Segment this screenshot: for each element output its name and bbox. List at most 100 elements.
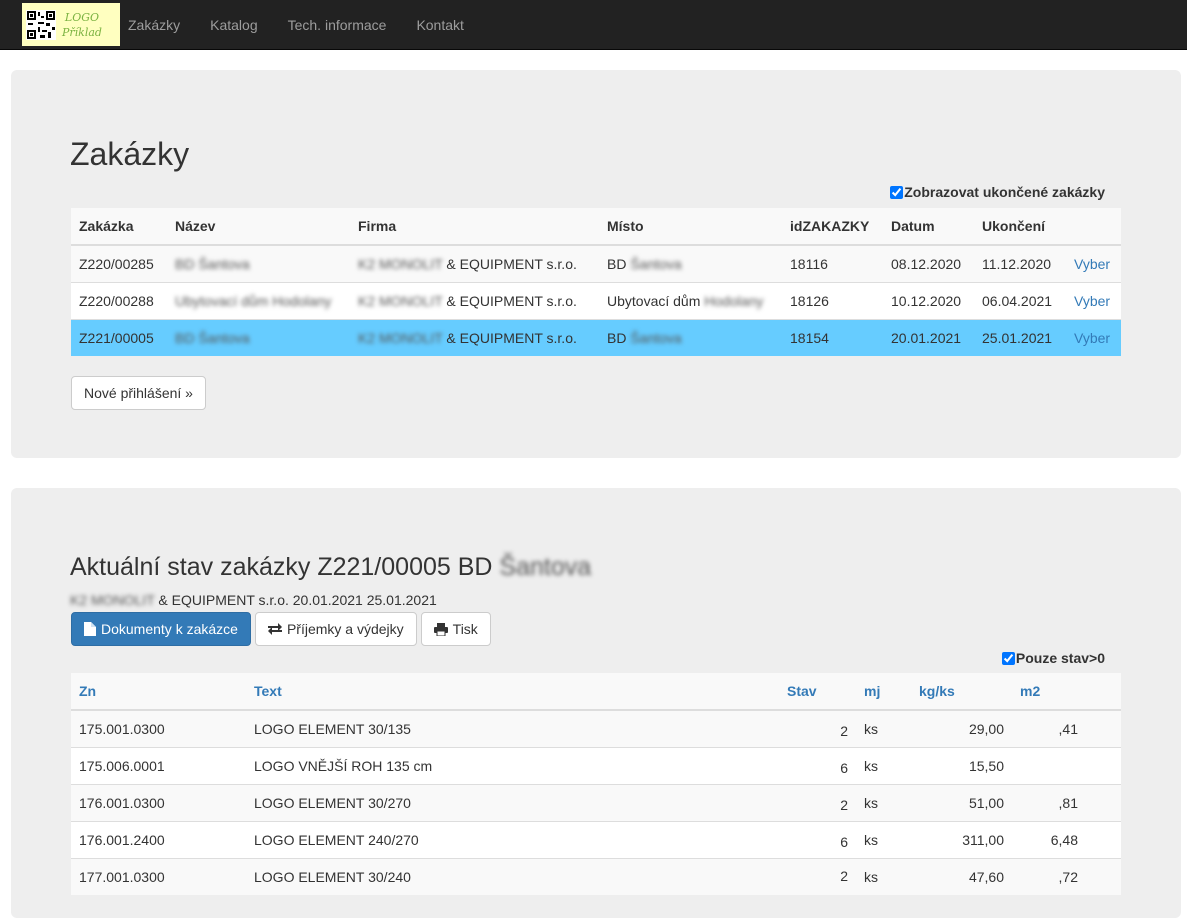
cell-misto-blurred: Šantova [630, 255, 682, 272]
order-row[interactable]: Z220/00288 Ubytovací dům Hodolany K2 MON… [71, 281, 1121, 319]
col-zn[interactable]: Zn [71, 673, 246, 711]
nav-item-tech-informace[interactable]: Tech. informace [273, 0, 402, 50]
col-stav[interactable]: Stav [779, 673, 856, 711]
cell-misto-text: BD [607, 329, 631, 346]
only-positive-toggle[interactable]: Pouze stav>0 [1001, 650, 1105, 666]
cell-kgks: 311,00 [911, 820, 1012, 858]
col-zakazka[interactable]: Zakázka [71, 208, 167, 246]
cell-datum: 08.12.2020 [883, 244, 974, 282]
order-row[interactable]: Z220/00285 BD Šantova K2 MONOLIT & EQUIP… [71, 244, 1121, 282]
file-icon [84, 622, 96, 636]
col-datum[interactable]: Datum [883, 208, 974, 246]
stock-row: 175.006.0001 LOGO VNĚJŠÍ ROH 135 cm 6 ks… [71, 746, 1121, 784]
order-row-selected[interactable]: Z221/00005 BD Šantova K2 MONOLIT & EQUIP… [71, 318, 1121, 356]
stock-table: Zn Text Stav mj kg/ks m2 175.001.0300 LO… [71, 673, 1121, 895]
cell-zakazka: Z220/00285 [71, 244, 167, 282]
cell-text: LOGO ELEMENT 30/270 [246, 783, 779, 821]
cell-misto-text: BD [607, 255, 631, 272]
cell-id: 18116 [782, 244, 883, 282]
nav-item-kontakt[interactable]: Kontakt [401, 0, 478, 50]
cell-misto: BD Šantova [599, 244, 782, 282]
stock-header-row: Zn Text Stav mj kg/ks m2 [71, 673, 1121, 711]
status-title-blurred: Šantova [499, 553, 592, 581]
cell-ukonceni: 06.04.2021 [974, 281, 1066, 319]
select-order-link[interactable]: Vyber [1074, 330, 1110, 346]
cell-text: LOGO ELEMENT 240/270 [246, 820, 779, 858]
show-finished-checkbox[interactable] [890, 185, 904, 199]
cell-datum: 20.01.2021 [883, 318, 974, 356]
status-subtitle-blurred: K2 MONOLIT [70, 592, 155, 608]
cell-zn: 175.001.0300 [71, 709, 246, 747]
print-button[interactable]: Tisk [420, 612, 491, 646]
only-positive-checkbox[interactable] [1001, 651, 1015, 665]
cell-stav: 2 [779, 783, 856, 821]
cell-text: LOGO ELEMENT 30/135 [246, 709, 779, 747]
cell-misto: Ubytovací dům Hodolany [599, 281, 782, 319]
select-order-link[interactable]: Vyber [1074, 293, 1110, 309]
status-title-text: Aktuální stav zakázky Z221/00005 BD [70, 553, 500, 581]
col-ukonceni[interactable]: Ukončení [974, 208, 1066, 246]
status-subtitle-text: & EQUIPMENT s.r.o. 20.01.2021 25.01.2021 [154, 592, 437, 608]
col-firma[interactable]: Firma [350, 208, 599, 246]
order-status-panel: Aktuální stav zakázky Z221/00005 BD Šant… [11, 488, 1181, 918]
cell-firma: K2 MONOLIT & EQUIPMENT s.r.o. [350, 318, 599, 356]
nav-item-zakazky[interactable]: Zakázky [113, 0, 195, 50]
cell-firma-blurred: K2 MONOLIT [358, 292, 443, 309]
cell-misto: BD Šantova [599, 318, 782, 356]
orders-table: Zakázka Název Firma Místo idZAKAZKY Datu… [71, 208, 1121, 356]
cell-misto-blurred: Hodolany [704, 292, 764, 309]
orders-table-wrap: Zakázka Název Firma Místo idZAKAZKY Datu… [71, 208, 1121, 356]
new-login-wrap: Nové přihlášení » [71, 376, 206, 410]
status-button-row: Dokumenty k zakázce Příjemky a výdejky T… [71, 612, 491, 646]
stock-row: 176.001.0300 LOGO ELEMENT 30/270 2 ks 51… [71, 783, 1121, 821]
cell-ukonceni: 25.01.2021 [974, 318, 1066, 356]
cell-zn: 177.001.0300 [71, 857, 246, 895]
cell-text: LOGO ELEMENT 30/240 [246, 857, 779, 895]
cell-zn: 176.001.2400 [71, 820, 246, 858]
cell-m2: ,41 [1012, 709, 1121, 747]
brand-logo[interactable]: LOGO Příklad [22, 3, 120, 46]
cell-kgks: 15,50 [911, 746, 1012, 784]
col-kgks[interactable]: kg/ks [911, 673, 1012, 711]
stock-row: 176.001.2400 LOGO ELEMENT 240/270 6 ks 3… [71, 820, 1121, 858]
cell-stav: 6 [779, 820, 856, 858]
nav-item-katalog[interactable]: Katalog [195, 0, 272, 50]
col-misto[interactable]: Místo [599, 208, 782, 246]
cell-firma-text: & EQUIPMENT s.r.o. [442, 292, 577, 309]
col-mj[interactable]: mj [856, 673, 911, 711]
cell-kgks: 29,00 [911, 709, 1012, 747]
cell-m2 [1012, 746, 1121, 784]
cell-firma: K2 MONOLIT & EQUIPMENT s.r.o. [350, 244, 599, 282]
cell-kgks: 47,60 [911, 857, 1012, 895]
col-text[interactable]: Text [246, 673, 779, 711]
show-finished-toggle[interactable]: Zobrazovat ukončené zakázky [890, 184, 1105, 200]
status-subtitle: K2 MONOLIT & EQUIPMENT s.r.o. 20.01.2021… [70, 592, 437, 608]
cell-firma-blurred: K2 MONOLIT [358, 255, 443, 272]
select-order-link[interactable]: Vyber [1074, 256, 1110, 272]
col-idzakazky[interactable]: idZAKAZKY [782, 208, 883, 246]
cell-misto-text: Ubytovací dům [607, 292, 705, 309]
col-action [1066, 208, 1121, 246]
cell-mj: ks [856, 709, 911, 747]
print-icon [433, 622, 448, 636]
cell-nazev: BD Šantova [175, 329, 250, 346]
show-finished-label: Zobrazovat ukončené zakázky [904, 184, 1105, 200]
cell-mj: ks [856, 857, 911, 895]
cell-firma-blurred: K2 MONOLIT [358, 329, 443, 346]
page-title: Zakázky [70, 136, 190, 172]
cell-firma-text: & EQUIPMENT s.r.o. [442, 329, 577, 346]
only-positive-label: Pouze stav>0 [1015, 650, 1105, 666]
new-login-button[interactable]: Nové přihlášení » [71, 376, 206, 410]
cell-stav: 2 [779, 709, 856, 747]
col-nazev[interactable]: Název [167, 208, 350, 246]
col-m2[interactable]: m2 [1012, 673, 1121, 711]
cell-zn: 176.001.0300 [71, 783, 246, 821]
cell-stav: 6 [779, 746, 856, 784]
receipts-button[interactable]: Příjemky a výdejky [254, 612, 417, 646]
stock-row: 175.001.0300 LOGO ELEMENT 30/135 2 ks 29… [71, 709, 1121, 747]
cell-id: 18154 [782, 318, 883, 356]
cell-m2: 6,48 [1012, 820, 1121, 858]
logo-line-2: Příklad [62, 25, 102, 39]
documents-button[interactable]: Dokumenty k zakázce [71, 612, 251, 646]
qr-code-icon [26, 9, 56, 40]
